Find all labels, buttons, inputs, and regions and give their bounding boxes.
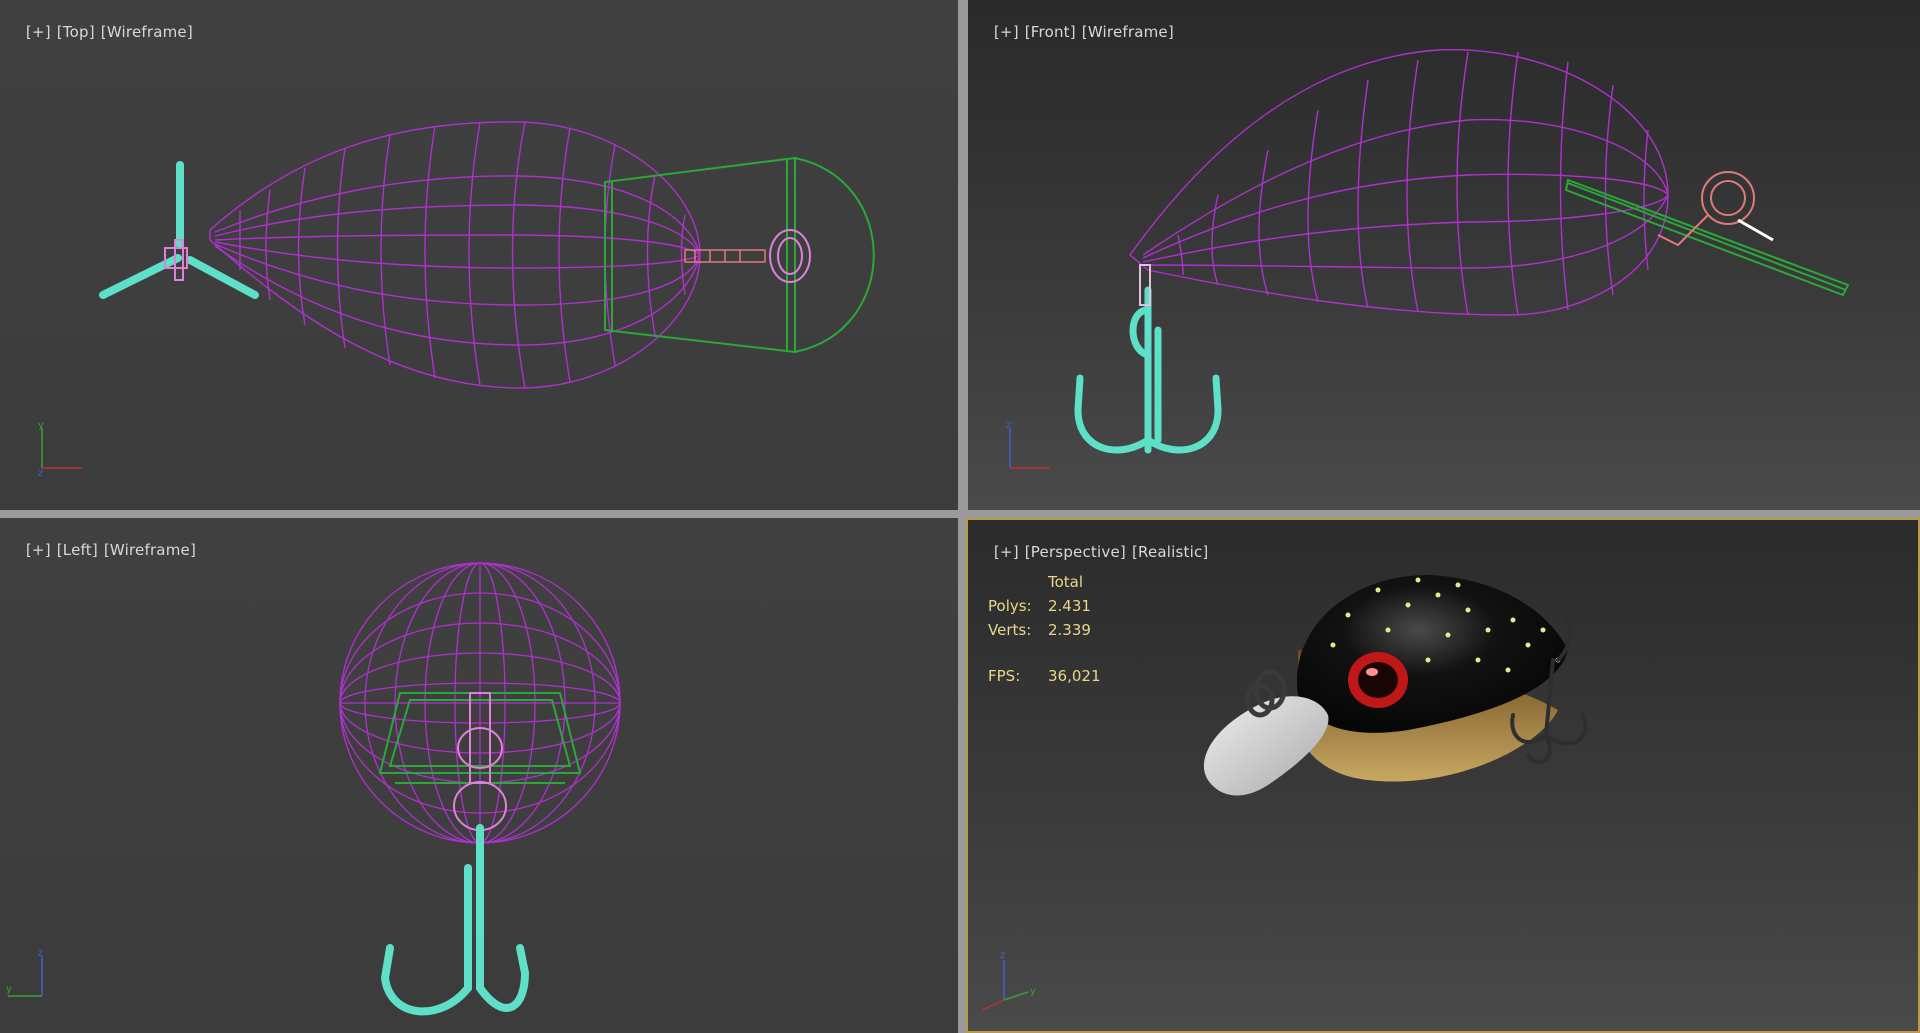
- left-wireframe-scene: [339, 562, 621, 1016]
- axis-gizmo-icon: y z: [38, 420, 82, 478]
- axis-gizmo-icon: z: [1006, 420, 1050, 469]
- split-ring-wireframe: [769, 229, 811, 283]
- tow-eye-wireframe: [1657, 171, 1774, 247]
- svg-text:z: z: [38, 468, 43, 478]
- top-wireframe-scene: [99, 121, 875, 389]
- axis-gizmo-icon: z y: [981, 950, 1036, 1011]
- perspective-render-scene: [1203, 575, 1588, 796]
- svg-text:z: z: [1006, 420, 1011, 431]
- viewport-front[interactable]: [+] [Front] [Wireframe] z: [968, 0, 1920, 510]
- svg-text:z: z: [38, 948, 43, 959]
- treble-hook-front: [1074, 286, 1222, 454]
- axis-gizmo-icon: z y: [6, 948, 43, 997]
- treble-hook-left: [380, 824, 530, 1016]
- treble-hook-top: [99, 161, 259, 299]
- front-wireframe-scene: [1074, 49, 1850, 454]
- lure-body-wireframe: [1129, 49, 1669, 316]
- svg-text:z: z: [1000, 950, 1005, 961]
- viewport-left[interactable]: [+] [Left] [Wireframe] z y: [0, 518, 958, 1033]
- svg-text:y: y: [1030, 986, 1036, 997]
- lure-body-wireframe: [209, 121, 701, 389]
- svg-text:y: y: [6, 984, 12, 995]
- viewport-perspective[interactable]: [+] [Perspective] [Realistic] Total Polys:…: [966, 518, 1920, 1033]
- lure-lip-wireframe: [1564, 178, 1850, 297]
- viewport-top[interactable]: [+] [Top] [Wireframe] y z: [0, 0, 958, 510]
- lure-body-wireframe: [339, 562, 621, 844]
- svg-text:y: y: [38, 420, 44, 431]
